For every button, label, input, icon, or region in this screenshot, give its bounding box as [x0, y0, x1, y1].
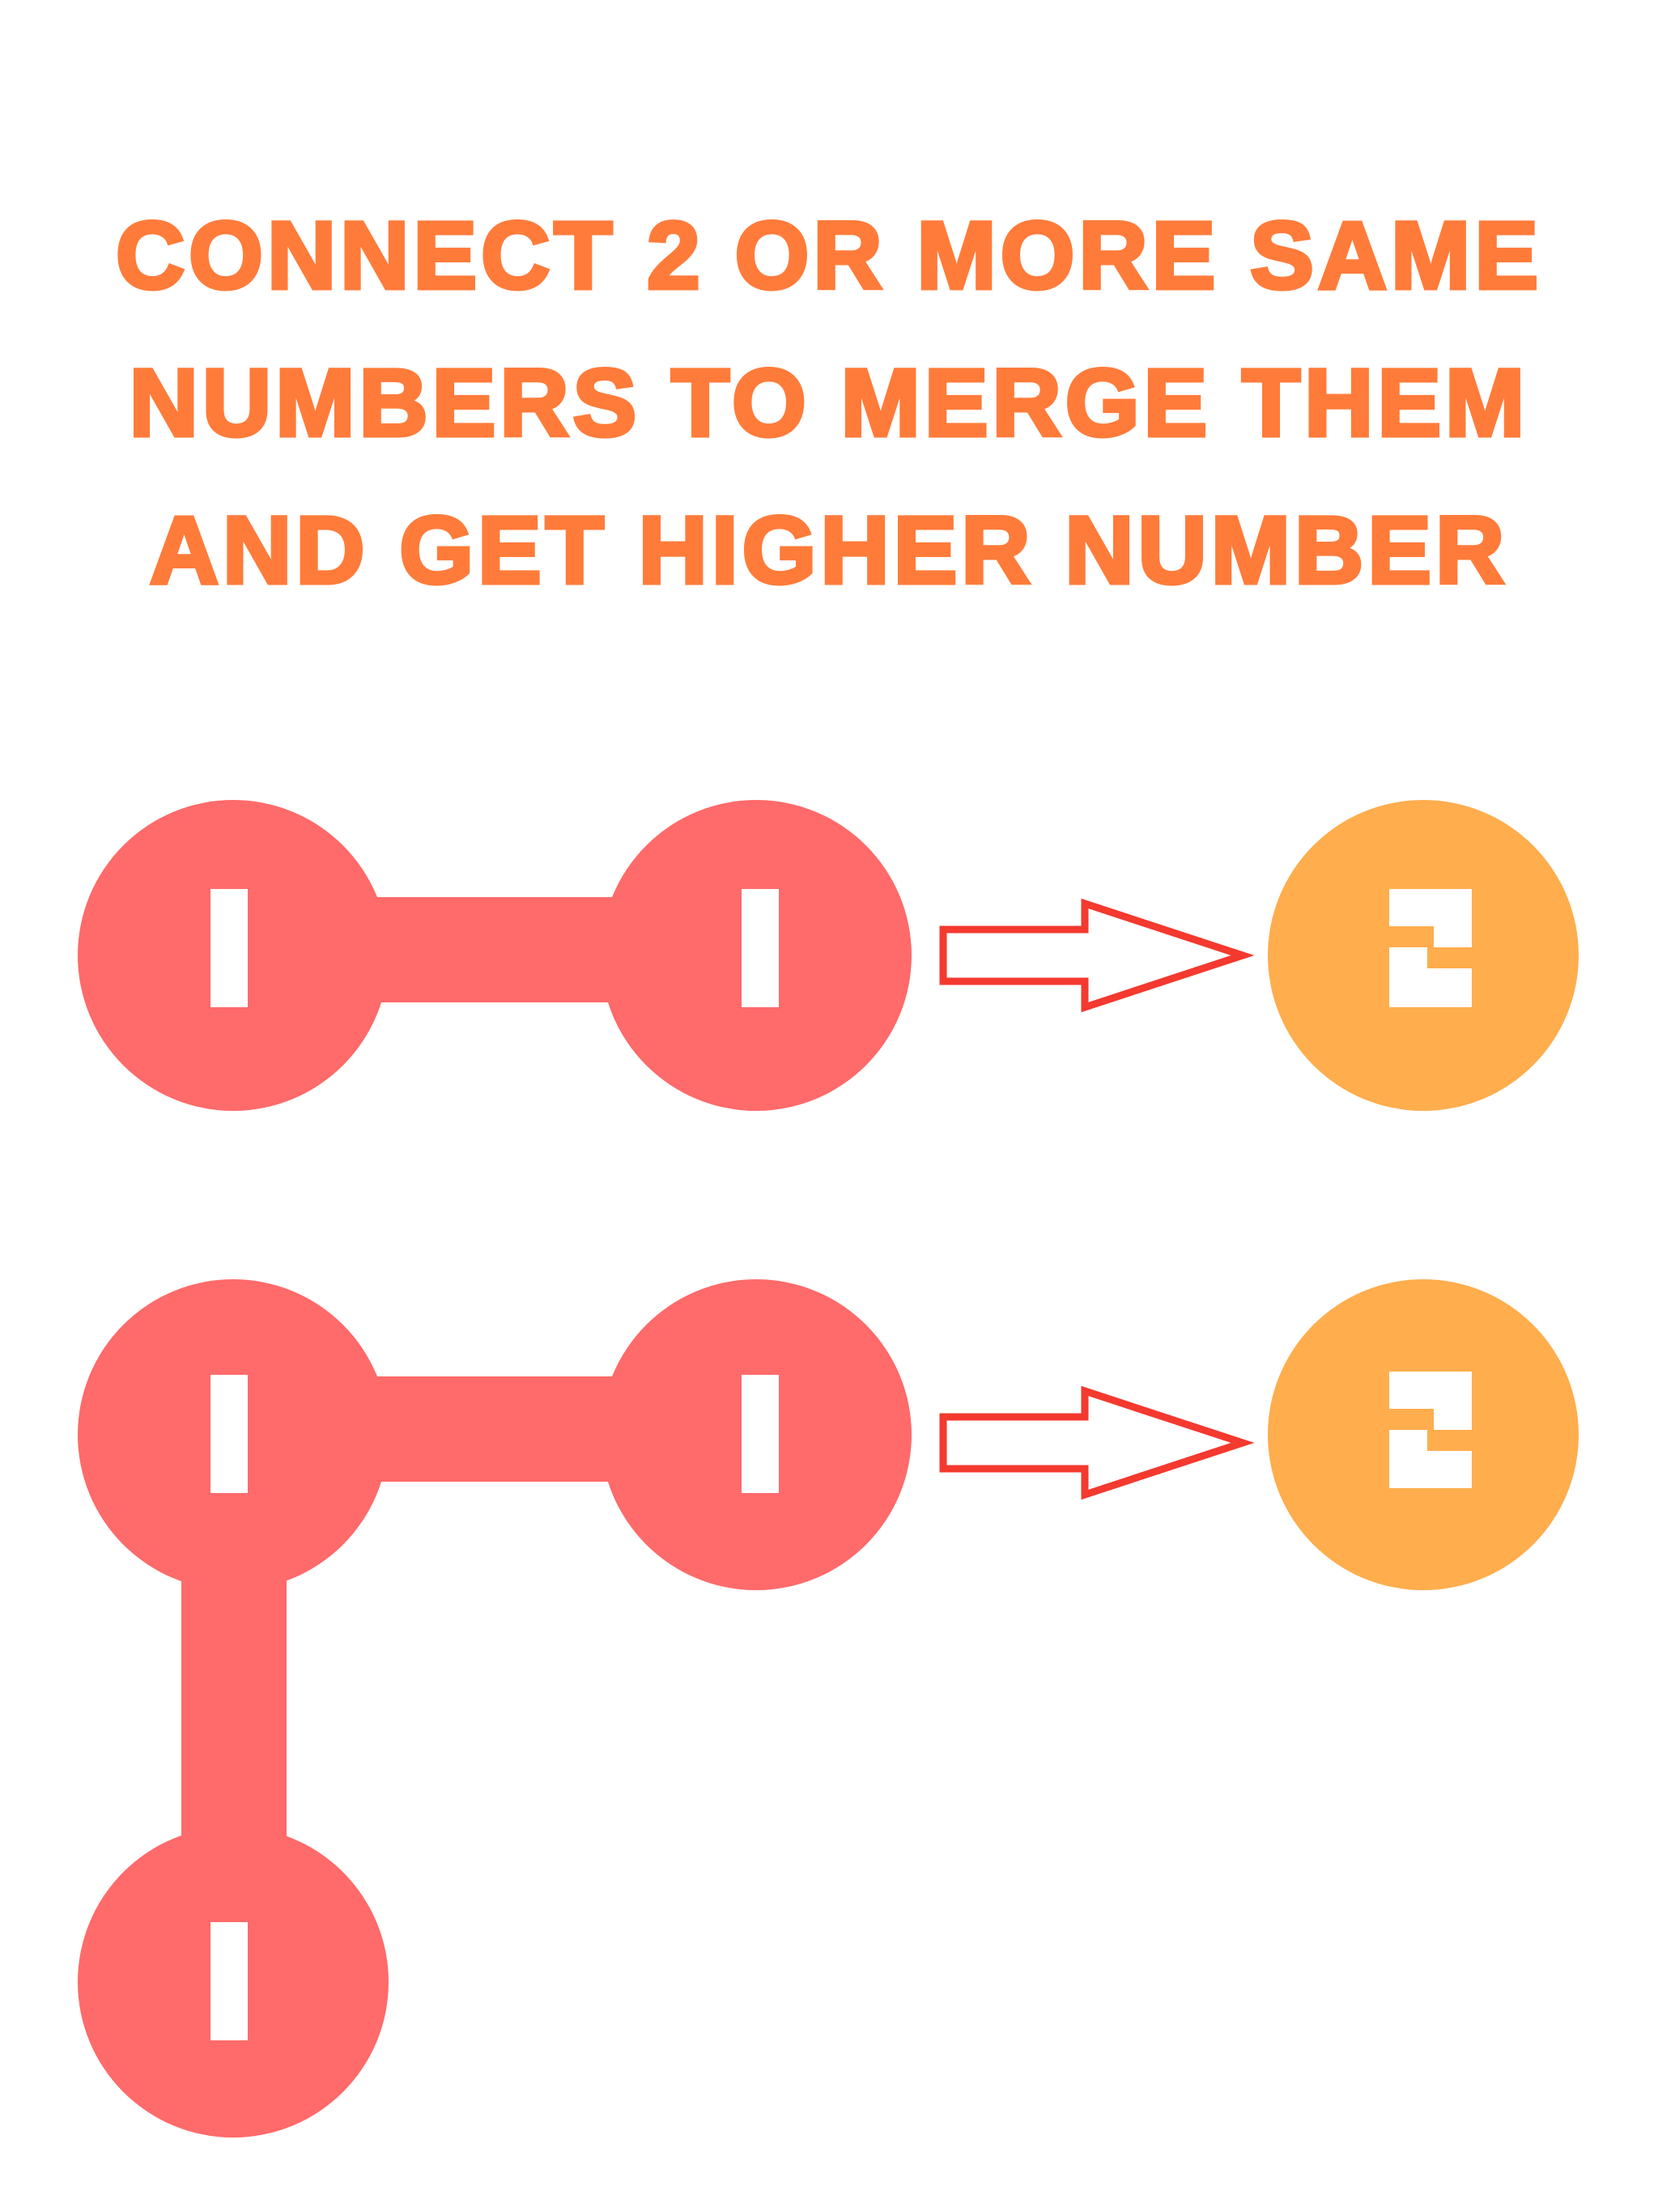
number-tile-one: 1: [78, 800, 389, 1111]
example-two-tiles: 1 1 2: [78, 800, 1579, 1111]
merge-examples: 1 1 2 1 1 1: [78, 800, 1579, 2138]
number-tile-one: 1: [78, 1279, 389, 1590]
right-arrow-icon: [939, 898, 1255, 1013]
right-arrow-icon: [939, 1385, 1255, 1500]
